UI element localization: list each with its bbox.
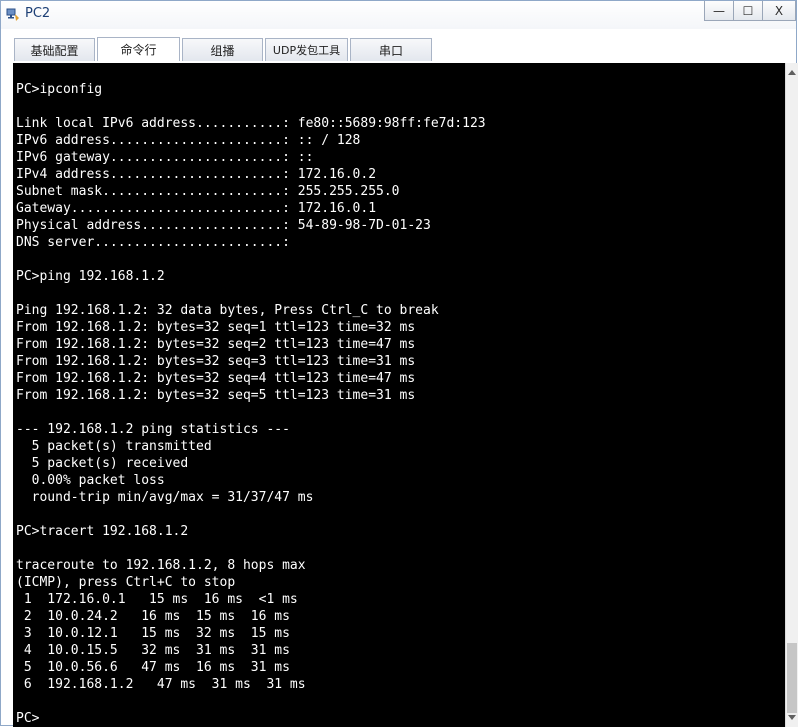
terminal-line: 4 10.0.15.5 32 ms 31 ms 31 ms <box>16 643 290 658</box>
terminal-line: PC>ipconfig <box>16 82 103 97</box>
terminal-line: IPv6 gateway......................: :: <box>16 150 314 165</box>
terminal-line: IPv4 address......................: 172.… <box>16 167 377 182</box>
pc-app-icon <box>6 7 20 21</box>
tab-basic-config[interactable]: 基础配置 <box>14 38 95 61</box>
maximize-button[interactable]: ☐ <box>733 1 763 21</box>
terminal-line: 6 192.168.1.2 47 ms 31 ms 31 ms <box>16 677 306 692</box>
terminal-line: 5 10.0.56.6 47 ms 16 ms 31 ms <box>16 660 290 675</box>
terminal-line: Ping 192.168.1.2: 32 data bytes, Press C… <box>16 303 439 318</box>
terminal-line: round-trip min/avg/max = 31/37/47 ms <box>16 490 314 505</box>
tab-command-line[interactable]: 命令行 <box>97 37 180 61</box>
terminal-line: Gateway...........................: 172.… <box>16 201 377 216</box>
terminal-line: 0.00% packet loss <box>16 473 165 488</box>
terminal-line: IPv6 address......................: :: /… <box>16 133 361 148</box>
terminal-line: From 192.168.1.2: bytes=32 seq=5 ttl=123… <box>16 388 416 403</box>
terminal-line: Physical address..................: 54-8… <box>16 218 431 233</box>
terminal-line: Subnet mask.......................: 255.… <box>16 184 400 199</box>
minimize-button[interactable]: — <box>704 1 734 21</box>
terminal-output: PC>ipconfig Link local IPv6 address......… <box>16 81 486 727</box>
window-controls: — ☐ X <box>704 1 796 23</box>
vertical-scrollbar[interactable] <box>785 63 798 727</box>
terminal-line: (ICMP), press Ctrl+C to stop <box>16 575 236 590</box>
scrollbar-thumb[interactable] <box>787 643 797 713</box>
terminal-line: 3 10.0.12.1 15 ms 32 ms 15 ms <box>16 626 290 641</box>
close-button[interactable]: X <box>762 1 796 21</box>
terminal-line: 5 packet(s) received <box>16 456 189 471</box>
terminal-line: 5 packet(s) transmitted <box>16 439 212 454</box>
terminal-line: PC>tracert 192.168.1.2 <box>16 524 189 539</box>
window-title: PC2 <box>25 6 51 21</box>
tab-multicast[interactable]: 组播 <box>182 38 263 61</box>
terminal-line: Link local IPv6 address...........: fe80… <box>16 116 486 131</box>
arrow-down-icon[interactable] <box>786 711 798 725</box>
terminal-line: traceroute to 192.168.1.2, 8 hops max <box>16 558 306 573</box>
terminal-line: From 192.168.1.2: bytes=32 seq=4 ttl=123… <box>16 371 416 386</box>
terminal-line: PC> <box>16 711 40 726</box>
tab-strip: 基础配置 命令行 组播 UDP发包工具 串口 <box>1 29 796 62</box>
tab-udp-tool[interactable]: UDP发包工具 <box>265 38 348 61</box>
terminal-line: 2 10.0.24.2 16 ms 15 ms 16 ms <box>16 609 290 624</box>
command-terminal[interactable]: PC>ipconfig Link local IPv6 address......… <box>13 63 785 727</box>
arrow-up-icon[interactable] <box>786 65 798 79</box>
terminal-line: 1 172.16.0.1 15 ms 16 ms <1 ms <box>16 592 298 607</box>
terminal-line: PC>ping 192.168.1.2 <box>16 269 165 284</box>
pc2-window: PC2 — ☐ X 基础配置 命令行 组播 UDP发包工具 串口 PC>ipco… <box>0 0 798 727</box>
title-bar[interactable]: PC2 — ☐ X <box>1 1 796 29</box>
terminal-line: From 192.168.1.2: bytes=32 seq=1 ttl=123… <box>16 320 416 335</box>
terminal-line: --- 192.168.1.2 ping statistics --- <box>16 422 290 437</box>
terminal-line: From 192.168.1.2: bytes=32 seq=3 ttl=123… <box>16 354 416 369</box>
terminal-line: From 192.168.1.2: bytes=32 seq=2 ttl=123… <box>16 337 416 352</box>
terminal-line: DNS server........................: <box>16 235 290 250</box>
tab-serial-port[interactable]: 串口 <box>350 38 432 61</box>
